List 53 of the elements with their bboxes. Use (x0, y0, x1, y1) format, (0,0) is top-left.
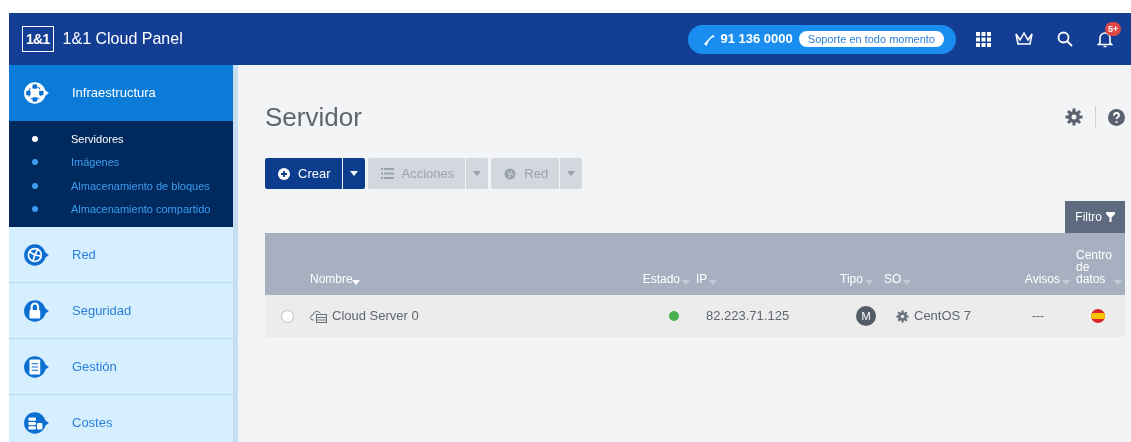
submenu-item[interactable]: Almacenamiento compartido (9, 197, 233, 221)
app-title: 1&1 Cloud Panel (62, 29, 183, 49)
ip-address: 82.223.71.125 (705, 307, 791, 326)
support-pill[interactable]: 91 136 0000 Soporte en todo momento (687, 24, 956, 54)
gear-icon (896, 309, 909, 323)
sidebar-item[interactable]: Infraestructura (9, 65, 233, 121)
alerts-value: --- (1031, 308, 1045, 325)
plus-circle-icon (278, 167, 290, 180)
table-row[interactable]: Cloud Server 0 82.223.71.125 M CentOS 7 --- (265, 295, 1125, 337)
caret-icon (352, 280, 360, 285)
caret-icon (349, 171, 358, 176)
list-icon (380, 168, 394, 179)
caret-icon (682, 280, 690, 285)
caret-icon (1114, 280, 1123, 285)
column-header[interactable]: IP (696, 273, 708, 285)
bell-icon[interactable] (1097, 30, 1113, 48)
caret-icon (903, 280, 912, 285)
column-header[interactable]: SO (884, 273, 902, 285)
caret-icon (567, 171, 576, 176)
caret-icon (709, 280, 718, 285)
phone-number: 91 136 0000 (720, 30, 793, 49)
os-name: CentOS 7 (914, 307, 972, 326)
flag-icon (1091, 309, 1105, 323)
filter-button[interactable]: Filtro (1065, 201, 1125, 233)
support-label: Soporte en todo momento (798, 31, 944, 47)
caret-icon (1062, 280, 1070, 285)
network-nodes-icon (23, 79, 51, 107)
page-title: Servidor (265, 100, 362, 134)
dropdown-button[interactable] (342, 158, 365, 189)
apps-grid-icon[interactable] (976, 31, 991, 47)
submenu-item[interactable]: Almacenamiento de bloques (9, 174, 233, 198)
cloud-server-icon (310, 309, 328, 323)
filter-icon (1106, 212, 1115, 222)
row-radio[interactable] (281, 309, 294, 323)
column-header[interactable]: Centro de datos (1076, 249, 1113, 285)
column-header[interactable]: Tipo (840, 273, 863, 285)
globe-icon (504, 167, 517, 180)
column-header[interactable]: Nombre (310, 273, 350, 285)
help-icon[interactable] (1108, 108, 1125, 126)
caret-icon (473, 171, 482, 176)
type-badge: M (856, 306, 876, 326)
search-icon[interactable] (1057, 31, 1073, 47)
settings-icon[interactable] (1065, 108, 1083, 126)
submenu-item[interactable]: Servidores (9, 127, 233, 151)
crown-icon[interactable] (1015, 32, 1033, 46)
toolbar-button[interactable]: Crear (265, 158, 342, 189)
caret-icon (864, 280, 873, 285)
column-header[interactable]: Estado (642, 273, 680, 285)
server-name: Cloud Server 0 (332, 307, 419, 326)
submenu-item[interactable]: Imágenes (9, 150, 233, 174)
column-header[interactable]: Avisos (1024, 273, 1060, 285)
notification-badge: 5+ (1105, 21, 1122, 36)
logo: 1&1 (22, 26, 54, 52)
